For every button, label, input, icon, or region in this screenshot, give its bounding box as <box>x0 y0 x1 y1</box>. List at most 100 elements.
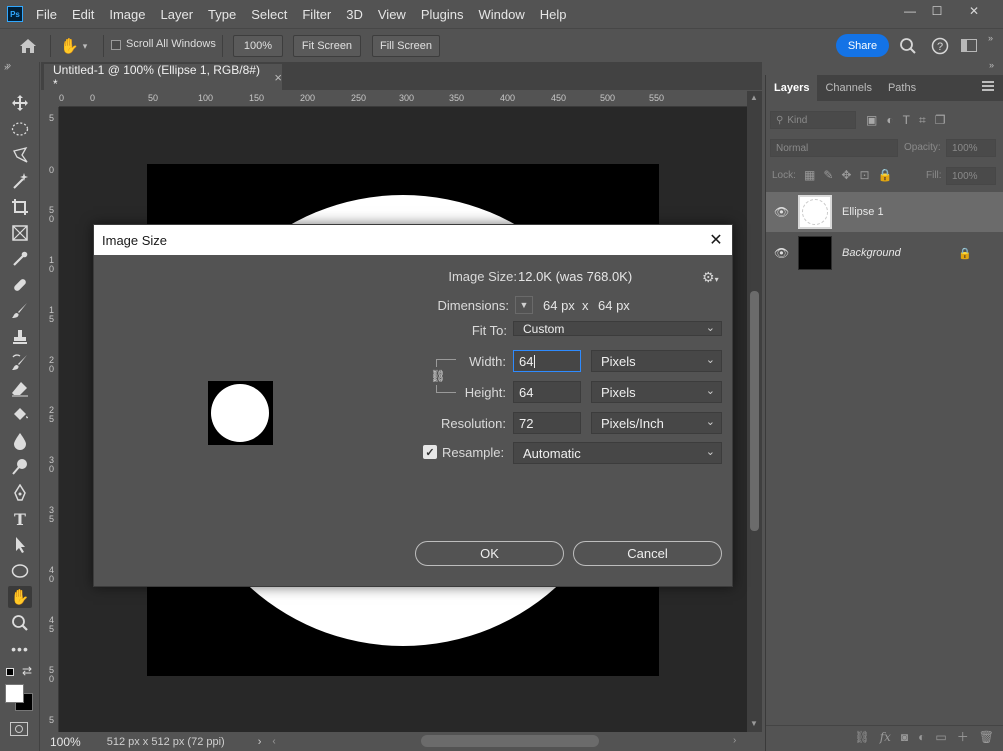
menu-file[interactable]: File <box>36 7 57 22</box>
blend-mode-select[interactable]: Normal <box>770 139 898 157</box>
marquee-tool-icon[interactable] <box>8 118 32 140</box>
menu-layer[interactable]: Layer <box>161 7 194 22</box>
layer-row-background[interactable]: 👁 Background 🔒 <box>766 233 1003 273</box>
lock-paint-icon[interactable]: ✎ <box>823 168 833 182</box>
workspace-icon[interactable] <box>961 39 977 52</box>
lock-artboard-icon[interactable]: ⊡ <box>859 168 869 182</box>
layer-filter-kind-select[interactable]: ⚲ Kind <box>770 111 856 129</box>
menu-plugins[interactable]: Plugins <box>421 7 464 22</box>
adjustment-filter-icon[interactable]: ◐ <box>886 113 893 128</box>
history-brush-tool-icon[interactable] <box>8 352 32 374</box>
layer-name[interactable]: Ellipse 1 <box>842 206 884 218</box>
image-filter-icon[interactable]: ▣ <box>866 113 877 128</box>
menu-select[interactable]: Select <box>251 7 287 22</box>
visibility-eye-icon[interactable]: 👁 <box>774 246 789 260</box>
resolution-unit-select[interactable]: Pixels/Inch ⌄ <box>591 412 722 434</box>
visibility-eye-icon[interactable]: 👁 <box>774 205 789 219</box>
horizontal-scrollbar-thumb[interactable] <box>421 735 599 747</box>
magic-wand-tool-icon[interactable] <box>8 170 32 192</box>
quick-mask-icon[interactable] <box>10 722 28 736</box>
fill-input[interactable]: 100% <box>946 167 996 185</box>
move-tool-icon[interactable] <box>8 92 32 114</box>
dimensions-units-dropdown[interactable]: ▼ <box>515 296 533 314</box>
lasso-tool-icon[interactable] <box>8 144 32 166</box>
document-tab[interactable]: Untitled-1 @ 100% (Ellipse 1, RGB/8#) * … <box>44 63 282 91</box>
height-input[interactable]: 64 <box>513 381 581 403</box>
menu-window[interactable]: Window <box>478 7 524 22</box>
home-icon[interactable] <box>18 37 38 55</box>
layer-style-icon[interactable]: fx <box>880 730 891 744</box>
eraser-tool-icon[interactable] <box>8 378 32 400</box>
menu-3d[interactable]: 3D <box>346 7 363 22</box>
ok-button[interactable]: OK <box>415 541 564 566</box>
hand-tool-preset[interactable]: ✋ ▾ <box>60 36 94 56</box>
swap-colors-icon[interactable]: ⇄ <box>22 664 32 678</box>
lock-transparent-icon[interactable]: ▦ <box>804 168 815 182</box>
fit-screen-button[interactable]: Fit Screen <box>293 35 361 57</box>
paint-bucket-tool-icon[interactable] <box>8 404 32 426</box>
expand-panels-icon[interactable]: » <box>6 60 11 70</box>
fill-screen-button[interactable]: Fill Screen <box>372 35 440 57</box>
default-colors-icon[interactable] <box>6 668 14 676</box>
lock-position-icon[interactable]: ✥ <box>841 168 851 182</box>
brush-tool-icon[interactable] <box>8 300 32 322</box>
type-filter-icon[interactable]: T <box>903 113 910 128</box>
menu-image[interactable]: Image <box>109 7 145 22</box>
close-icon[interactable]: ✕ <box>704 229 728 251</box>
blur-tool-icon[interactable] <box>8 430 32 452</box>
link-layers-icon[interactable]: ⛓ <box>854 730 869 744</box>
dodge-tool-icon[interactable] <box>8 456 32 478</box>
opacity-input[interactable]: 100% <box>946 139 996 157</box>
fit-to-select[interactable]: Custom ⌄ <box>513 321 722 336</box>
vertical-scrollbar-thumb[interactable] <box>750 291 759 531</box>
type-tool-icon[interactable]: T <box>8 508 32 530</box>
help-icon[interactable]: ? <box>931 37 949 55</box>
share-button[interactable]: Share <box>836 34 889 57</box>
width-input[interactable]: 64 <box>513 350 581 372</box>
settings-gear-icon[interactable]: ⚙▾ <box>702 269 719 286</box>
tab-paths[interactable]: Paths <box>880 75 924 101</box>
ellipse-tool-icon[interactable] <box>8 560 32 582</box>
more-tools-icon[interactable]: ••• <box>8 638 32 660</box>
width-unit-select[interactable]: Pixels ⌄ <box>591 350 722 372</box>
layer-row-ellipse[interactable]: 👁 Ellipse 1 <box>766 192 1003 232</box>
close-window-button[interactable]: ✕ <box>958 0 990 22</box>
delete-layer-icon[interactable]: 🗑 <box>979 730 994 744</box>
close-tab-icon[interactable]: × <box>274 70 282 85</box>
scroll-down-icon[interactable]: ▼ <box>750 719 758 728</box>
pen-tool-icon[interactable] <box>8 482 32 504</box>
status-zoom[interactable]: 100% <box>50 735 81 749</box>
vertical-scrollbar[interactable]: ▲ ▼ <box>747 91 762 732</box>
lock-all-icon[interactable]: 🔒 <box>878 168 893 182</box>
resample-checkbox[interactable]: ✓ <box>423 445 437 459</box>
image-preview[interactable] <box>208 381 273 445</box>
scroll-left-icon[interactable]: ‹ <box>272 736 275 747</box>
menu-type[interactable]: Type <box>208 7 236 22</box>
cancel-button[interactable]: Cancel <box>573 541 722 566</box>
zoom-tool-icon[interactable] <box>8 612 32 634</box>
clone-stamp-tool-icon[interactable] <box>8 326 32 348</box>
maximize-button[interactable]: ☐ <box>921 0 953 22</box>
status-menu-arrow-icon[interactable]: › <box>258 736 262 748</box>
healing-brush-tool-icon[interactable] <box>8 274 32 296</box>
panel-menu-icon[interactable] <box>982 81 994 91</box>
height-unit-select[interactable]: Pixels ⌄ <box>591 381 722 403</box>
path-selection-tool-icon[interactable] <box>8 534 32 556</box>
scroll-all-windows-checkbox[interactable] <box>111 40 121 50</box>
collapse-icon[interactable]: » <box>988 33 993 43</box>
new-layer-icon[interactable]: ＋ <box>957 728 969 745</box>
crop-tool-icon[interactable] <box>8 196 32 218</box>
constrain-proportions-link-icon[interactable]: ⛓ <box>430 367 446 385</box>
adjustment-layer-icon[interactable]: ◐ <box>918 730 925 744</box>
hand-tool-icon[interactable]: ✋ <box>8 586 32 608</box>
resample-select[interactable]: Automatic ⌄ <box>513 442 722 464</box>
menu-view[interactable]: View <box>378 7 406 22</box>
menu-help[interactable]: Help <box>540 7 567 22</box>
new-group-icon[interactable]: ▭ <box>935 730 946 744</box>
eyedropper-tool-icon[interactable] <box>8 248 32 270</box>
menu-filter[interactable]: Filter <box>302 7 331 22</box>
smart-object-filter-icon[interactable]: ❐ <box>935 113 946 128</box>
zoom-100-button[interactable]: 100% <box>233 35 283 57</box>
collapse-panels-icon[interactable]: » <box>989 60 994 70</box>
resolution-input[interactable]: 72 <box>513 412 581 434</box>
